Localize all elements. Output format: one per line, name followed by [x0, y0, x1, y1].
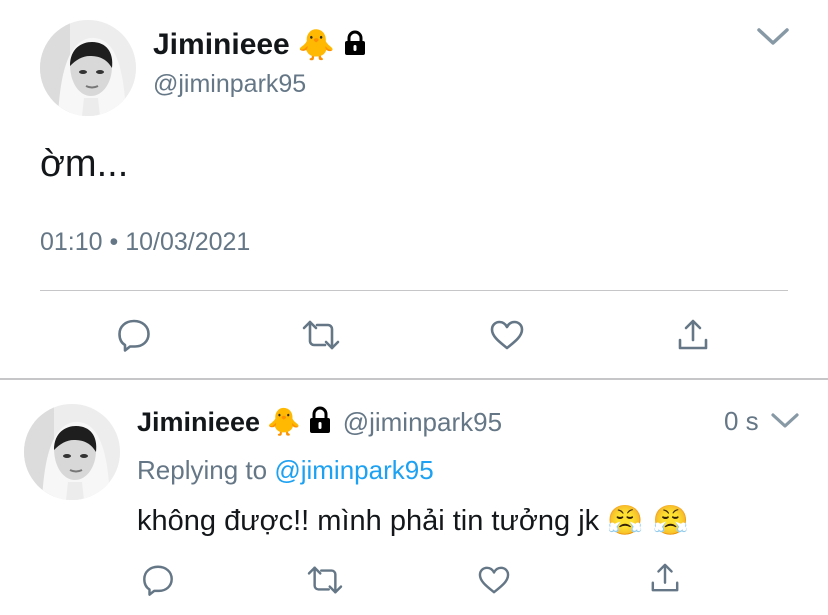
like-icon[interactable]: [489, 319, 525, 351]
retweet-icon[interactable]: [306, 564, 344, 596]
chevron-down-icon[interactable]: [756, 26, 790, 48]
replying-to-label: Replying to: [137, 455, 268, 485]
tweet-text: ờm...: [40, 143, 129, 185]
user-handle[interactable]: @jiminpark95: [153, 70, 306, 99]
reply-icon[interactable]: [116, 317, 152, 353]
huffing-face-emoji-icon: 😤 😤: [607, 503, 689, 537]
reply-user-header: Jiminieee 🐥 @jiminpark95: [137, 404, 502, 440]
like-icon[interactable]: [477, 565, 511, 595]
avatar-image: [24, 404, 120, 500]
chevron-down-icon[interactable]: [770, 411, 800, 431]
reply-tweet-text-row: không được!! mình phải tin tưởng jk 😤 😤: [137, 503, 689, 538]
chick-emoji-icon: 🐥: [267, 407, 301, 438]
reply-display-name[interactable]: Jiminieee: [137, 407, 260, 438]
user-header: Jiminieee 🐥: [153, 25, 367, 65]
share-icon[interactable]: [677, 318, 709, 352]
lock-icon: [308, 406, 332, 439]
replying-to-handle-link[interactable]: @jiminpark95: [274, 455, 433, 485]
avatar-image: [40, 20, 136, 116]
display-name[interactable]: Jiminieee: [153, 28, 290, 62]
avatar[interactable]: [40, 20, 136, 116]
reply-user-handle[interactable]: @jiminpark95: [343, 407, 502, 438]
tweet-timestamp: 01:10 • 10/03/2021: [40, 228, 251, 256]
chick-emoji-icon: 🐥: [297, 27, 336, 63]
reply-avatar[interactable]: [24, 404, 120, 500]
divider: [40, 290, 788, 291]
tweet-age: 0 s: [724, 406, 759, 436]
lock-icon: [343, 30, 367, 61]
section-divider: [0, 378, 828, 380]
reply-tweet-text: không được!! mình phải tin tưởng jk: [137, 505, 600, 537]
replying-to: Replying to @jiminpark95: [137, 455, 434, 486]
retweet-icon[interactable]: [301, 318, 341, 352]
reply-icon[interactable]: [141, 563, 175, 597]
share-icon[interactable]: [650, 562, 680, 594]
